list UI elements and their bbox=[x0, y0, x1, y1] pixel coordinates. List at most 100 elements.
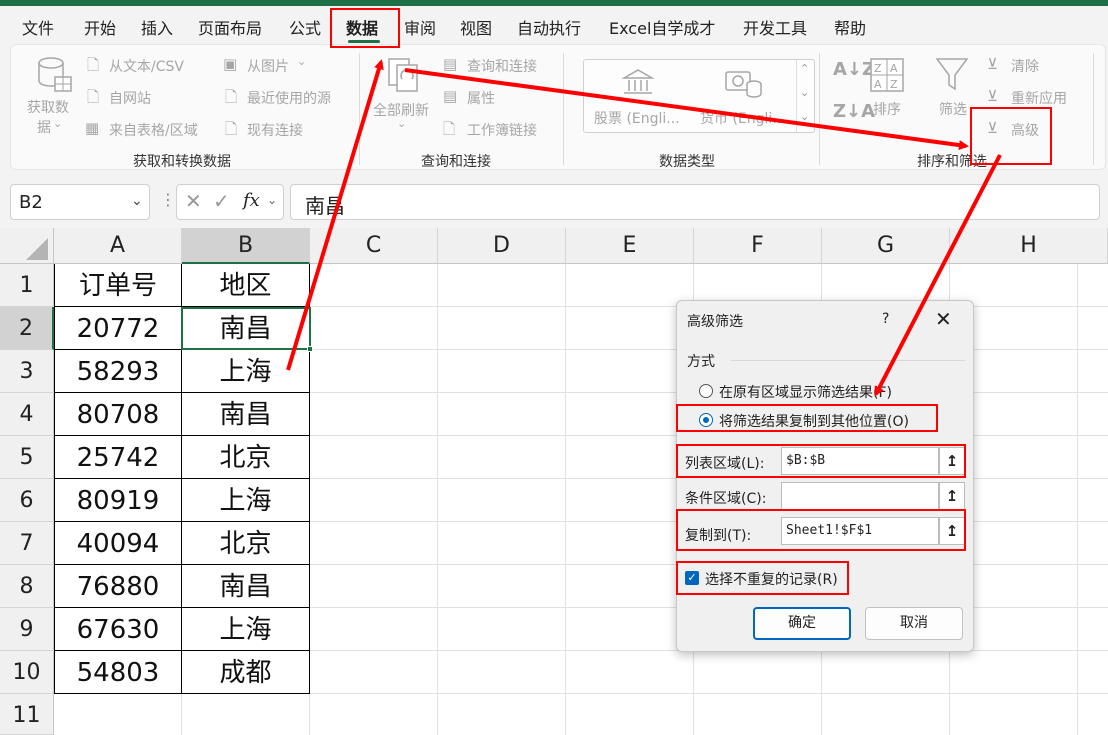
filter-in-place-label[interactable]: 在原有区域显示筛选结果(F) bbox=[719, 382, 892, 402]
tab-data[interactable]: 数据 bbox=[346, 15, 378, 39]
cell-a3[interactable]: 58293 bbox=[55, 352, 181, 392]
cell-a6[interactable]: 80919 bbox=[55, 481, 181, 521]
tab-review[interactable]: 审阅 bbox=[404, 15, 436, 39]
cell-a9[interactable]: 67630 bbox=[55, 610, 181, 650]
tab-developer[interactable]: 开发工具 bbox=[743, 15, 807, 39]
row-header-2[interactable]: 2 bbox=[0, 307, 54, 350]
row-header-5[interactable]: 5 bbox=[0, 436, 54, 479]
name-box[interactable]: B2 ⌄ bbox=[10, 184, 150, 220]
data-types-gallery[interactable]: 股票 (Engli... 货币 (Engli... ⌃ ⌄ ⌄ bbox=[583, 59, 815, 133]
column-header-f[interactable]: F bbox=[694, 228, 822, 264]
from-web-button[interactable]: 自网站 bbox=[109, 88, 151, 108]
queries-connections-button[interactable]: 查询和连接 bbox=[467, 56, 537, 76]
cell-b7[interactable]: 北京 bbox=[182, 524, 309, 564]
filter-button[interactable]: 筛选 bbox=[939, 99, 967, 119]
tab-excel-self-study[interactable]: Excel自学成才 bbox=[609, 15, 715, 39]
cell-a10[interactable]: 54803 bbox=[55, 653, 181, 693]
row-header-9[interactable]: 9 bbox=[0, 608, 54, 651]
tab-insert[interactable]: 插入 bbox=[141, 15, 173, 39]
column-header-b[interactable]: B bbox=[182, 228, 310, 264]
tab-file[interactable]: 文件 bbox=[22, 15, 54, 39]
row-header-6[interactable]: 6 bbox=[0, 479, 54, 522]
cell-b4[interactable]: 南昌 bbox=[182, 395, 309, 435]
column-header-c[interactable]: C bbox=[310, 228, 438, 264]
cell-a2[interactable]: 20772 bbox=[55, 309, 181, 349]
insert-function-icon[interactable]: fx bbox=[243, 190, 260, 211]
collapse-dialog-icon[interactable]: ↥ bbox=[939, 447, 965, 475]
select-all-corner[interactable] bbox=[0, 228, 54, 264]
more-options-icon[interactable]: ⋮ bbox=[160, 190, 176, 209]
cell-b8[interactable]: 南昌 bbox=[182, 567, 309, 607]
cell-b5[interactable]: 北京 bbox=[182, 438, 309, 478]
cell-b9[interactable]: 上海 bbox=[182, 610, 309, 650]
list-range-input[interactable]: $B:$B bbox=[781, 447, 939, 475]
cell-a8[interactable]: 76880 bbox=[55, 567, 181, 607]
chevron-down-icon[interactable]: ⌄ bbox=[800, 86, 809, 99]
clear-button[interactable]: 清除 bbox=[1011, 56, 1039, 76]
tab-formulas[interactable]: 公式 bbox=[289, 15, 321, 39]
close-icon[interactable]: ✕ bbox=[935, 307, 952, 331]
from-picture-button[interactable]: 从图片 bbox=[247, 56, 289, 76]
chevron-down-icon[interactable]: ⌄ bbox=[131, 193, 143, 209]
section-divider bbox=[731, 360, 965, 361]
chevron-up-icon[interactable]: ⌃ bbox=[800, 62, 809, 75]
advanced-button[interactable]: 高级 bbox=[1011, 120, 1039, 140]
row-header-7[interactable]: 7 bbox=[0, 522, 54, 565]
sort-button[interactable]: 排序 bbox=[873, 99, 901, 119]
reapply-button[interactable]: 重新应用 bbox=[1011, 88, 1067, 108]
tab-help[interactable]: 帮助 bbox=[834, 15, 866, 39]
from-table-button[interactable]: 来自表格/区域 bbox=[109, 120, 198, 140]
filter-in-place-radio[interactable] bbox=[699, 384, 713, 398]
column-header-h[interactable]: H bbox=[950, 228, 1108, 264]
tab-view[interactable]: 视图 bbox=[460, 15, 492, 39]
cell-a1[interactable]: 订单号 bbox=[55, 266, 181, 306]
ok-button[interactable]: 确定 bbox=[753, 607, 851, 640]
from-text-csv-button[interactable]: 从文本/CSV bbox=[109, 56, 184, 76]
existing-connections-button[interactable]: 现有连接 bbox=[247, 120, 303, 140]
formula-input[interactable]: 南昌 bbox=[290, 184, 1100, 220]
row-header-3[interactable]: 3 bbox=[0, 350, 54, 393]
tab-home[interactable]: 开始 bbox=[84, 15, 116, 39]
gallery-more-icon[interactable]: ⌄ bbox=[800, 110, 809, 123]
recent-sources-button[interactable]: 最近使用的源 bbox=[247, 88, 331, 108]
help-button[interactable]: ? bbox=[882, 311, 889, 327]
copy-to-location-radio[interactable] bbox=[699, 413, 713, 427]
row-header-1[interactable]: 1 bbox=[0, 264, 54, 307]
gallery-scroll[interactable]: ⌃ ⌄ ⌄ bbox=[796, 60, 814, 132]
chevron-down-icon[interactable]: ⌄ bbox=[267, 193, 277, 207]
column-header-g[interactable]: G bbox=[822, 228, 950, 264]
unique-records-checkbox[interactable]: ✓ bbox=[685, 571, 699, 585]
fill-handle[interactable] bbox=[307, 346, 313, 352]
column-header-e[interactable]: E bbox=[566, 228, 694, 264]
row-header-10[interactable]: 10 bbox=[0, 651, 54, 694]
cell-a7[interactable]: 40094 bbox=[55, 524, 181, 564]
column-header-d[interactable]: D bbox=[438, 228, 566, 264]
tab-page-layout[interactable]: 页面布局 bbox=[198, 15, 262, 39]
criteria-range-input[interactable] bbox=[781, 482, 939, 510]
cell-b6[interactable]: 上海 bbox=[182, 481, 309, 521]
cell-a4[interactable]: 80708 bbox=[55, 395, 181, 435]
cell-b1[interactable]: 地区 bbox=[182, 266, 309, 306]
column-header-a[interactable]: A bbox=[54, 228, 182, 264]
cell-b10[interactable]: 成都 bbox=[182, 653, 309, 693]
tab-automate[interactable]: 自动执行 bbox=[517, 15, 581, 39]
sort-descending-icon[interactable]: Z↓A bbox=[833, 101, 875, 122]
row-header-8[interactable]: 8 bbox=[0, 565, 54, 608]
cancel-button[interactable]: 取消 bbox=[865, 607, 963, 640]
properties-button[interactable]: 属性 bbox=[467, 88, 495, 108]
collapse-dialog-icon[interactable]: ↥ bbox=[939, 482, 965, 510]
text-file-icon: 🗋 bbox=[87, 56, 100, 74]
unique-records-label[interactable]: 选择不重复的记录(R) bbox=[705, 569, 838, 589]
collapse-dialog-icon[interactable]: ↥ bbox=[939, 517, 965, 545]
copy-to-input[interactable]: Sheet1!$F$1 bbox=[781, 517, 939, 545]
enter-icon[interactable]: ✓ bbox=[213, 189, 230, 213]
cell-a5[interactable]: 25742 bbox=[55, 438, 181, 478]
cell-b3[interactable]: 上海 bbox=[182, 352, 309, 392]
stocks-button[interactable]: 股票 (Engli... bbox=[594, 108, 680, 128]
cancel-icon[interactable]: ✕ bbox=[185, 189, 202, 213]
workbook-links-button[interactable]: 工作簿链接 bbox=[467, 120, 537, 140]
row-header-4[interactable]: 4 bbox=[0, 393, 54, 436]
currencies-button[interactable]: 货币 (Engli... bbox=[700, 108, 786, 128]
row-header-11[interactable]: 11 bbox=[0, 694, 54, 735]
copy-to-location-label[interactable]: 将筛选结果复制到其他位置(O) bbox=[719, 411, 909, 431]
